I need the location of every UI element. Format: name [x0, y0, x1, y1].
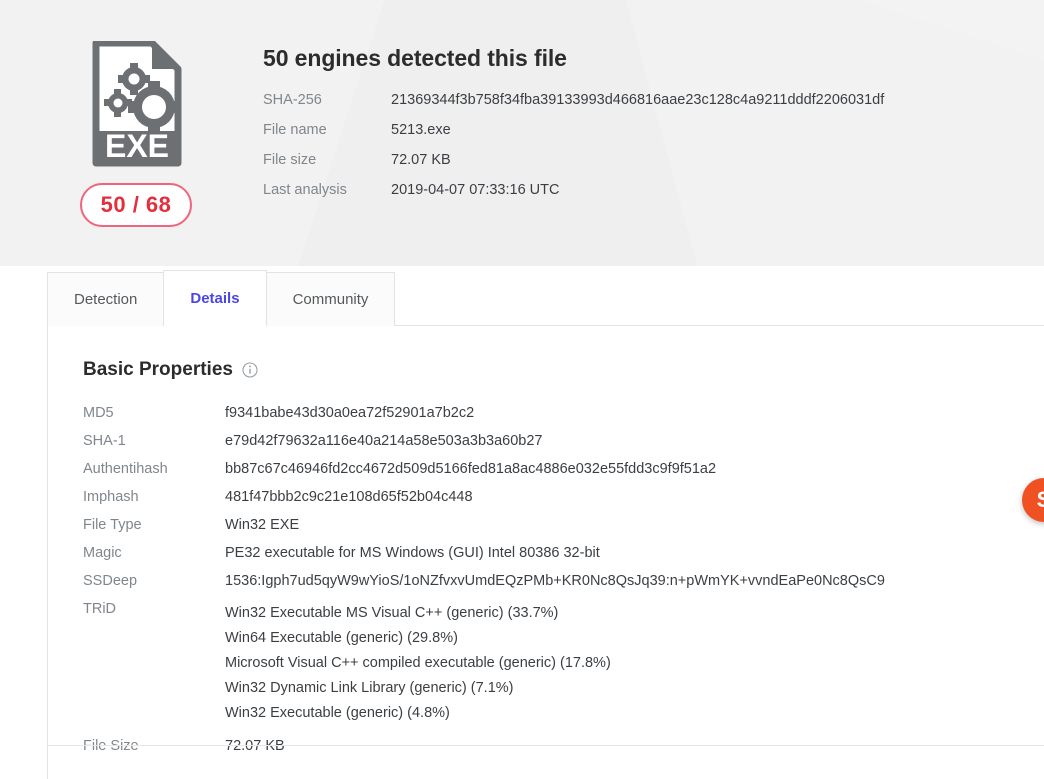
property-value-sha1: e79d42f79632a116e40a214a58e503a3b3a60b27	[225, 433, 543, 449]
meta-label-filesize: File size	[263, 152, 317, 168]
section-divider	[48, 745, 1044, 746]
meta-row-sha256: SHA-256 21369344f3b758f34fba39133993d466…	[263, 92, 884, 122]
property-value-magic: PE32 executable for MS Windows (GUI) Int…	[225, 545, 600, 561]
property-value-file-size: 72.07 KB	[225, 737, 285, 754]
property-label-imphash: Imphash	[83, 489, 139, 505]
virustotal-file-report: EXE 50 / 68 50 engines detected this fil…	[0, 0, 1044, 779]
property-row: Imphash 481f47bbb2c9c21e108d65f52b04c448	[83, 489, 885, 517]
meta-row-filename: File name 5213.exe	[263, 122, 884, 152]
support-widget-glyph: S	[1037, 487, 1044, 513]
property-label-md5: MD5	[83, 405, 114, 421]
meta-row-last-analysis: Last analysis 2019-04-07 07:33:16 UTC	[263, 182, 884, 212]
tab-community[interactable]: Community	[265, 272, 396, 326]
property-label-sha1: SHA-1	[83, 433, 126, 449]
property-value-imphash: 481f47bbb2c9c21e108d65f52b04c448	[225, 489, 473, 505]
property-value-md5: f9341babe43d30a0ea72f52901a7b2c2	[225, 405, 475, 421]
property-label-ssdeep: SSDeep	[83, 573, 138, 589]
property-label-file-size: File Size	[83, 737, 139, 754]
meta-label-last-analysis: Last analysis	[263, 182, 347, 198]
property-label-authentihash: Authentihash	[83, 461, 168, 477]
section-title-text: Basic Properties	[83, 359, 233, 380]
property-row: File Size 72.07 KB	[83, 738, 885, 766]
property-row: SSDeep 1536:Igph7ud5qyW9wYioS/1oNZfvxvUm…	[83, 573, 885, 601]
info-icon[interactable]	[242, 362, 258, 378]
tab-detection[interactable]: Detection	[47, 272, 165, 326]
trid-entry: Win32 Executable MS Visual C++ (generic)…	[225, 605, 559, 621]
property-row-trid: TRiD Win32 Executable MS Visual C++ (gen…	[83, 601, 885, 738]
file-meta-table: SHA-256 21369344f3b758f34fba39133993d466…	[263, 92, 884, 212]
trid-entry: Microsoft Visual C++ compiled executable…	[225, 654, 611, 671]
exe-file-icon: EXE	[92, 41, 182, 167]
property-label-trid: TRiD	[83, 601, 117, 617]
details-panel: Basic Properties MD5 f9341babe43d30a0ea7…	[47, 325, 1044, 779]
meta-value-filesize: 72.07 KB	[391, 152, 451, 168]
property-label-magic: Magic	[83, 545, 122, 561]
meta-value-last-analysis: 2019-04-07 07:33:16 UTC	[391, 182, 560, 198]
meta-row-filesize: File size 72.07 KB	[263, 152, 884, 182]
meta-value-sha256: 21369344f3b758f34fba39133993d466816aae23…	[391, 92, 885, 108]
trid-entry: Win64 Executable (generic) (29.8%)	[225, 629, 458, 646]
property-label-file-type: File Type	[83, 517, 142, 533]
report-tabs: Detection Details Community	[47, 270, 396, 326]
property-value-file-type: Win32 EXE	[225, 517, 300, 533]
property-row: Magic PE32 executable for MS Windows (GU…	[83, 545, 885, 573]
tab-details[interactable]: Details	[163, 270, 267, 326]
property-row: Authentihash bb87c67c46946fd2cc4672d509d…	[83, 461, 885, 489]
meta-label-filename: File name	[263, 122, 327, 138]
detection-title: 50 engines detected this file	[263, 45, 567, 71]
detection-ratio-badge: 50 / 68	[80, 183, 192, 227]
property-row: File Type Win32 EXE	[83, 517, 885, 545]
basic-properties-table: MD5 f9341babe43d30a0ea72f52901a7b2c2 SHA…	[83, 405, 885, 766]
property-row: MD5 f9341babe43d30a0ea72f52901a7b2c2	[83, 405, 885, 433]
meta-value-filename: 5213.exe	[391, 122, 451, 138]
property-value-trid: Win32 Executable MS Visual C++ (generic)…	[225, 601, 885, 738]
trid-entry: Win32 Dynamic Link Library (generic) (7.…	[225, 679, 514, 696]
property-row: SHA-1 e79d42f79632a116e40a214a58e503a3b3…	[83, 433, 885, 461]
trid-entry: Win32 Executable (generic) (4.8%)	[225, 704, 450, 721]
property-value-authentihash: bb87c67c46946fd2cc4672d509d5166fed81a8ac…	[225, 461, 717, 477]
basic-properties-heading: Basic Properties	[83, 359, 258, 381]
meta-label-sha256: SHA-256	[263, 92, 322, 108]
property-value-ssdeep: 1536:Igph7ud5qyW9wYioS/1oNZfvxvUmdEQzPMb…	[225, 573, 885, 589]
exe-icon-label: EXE	[105, 128, 169, 164]
